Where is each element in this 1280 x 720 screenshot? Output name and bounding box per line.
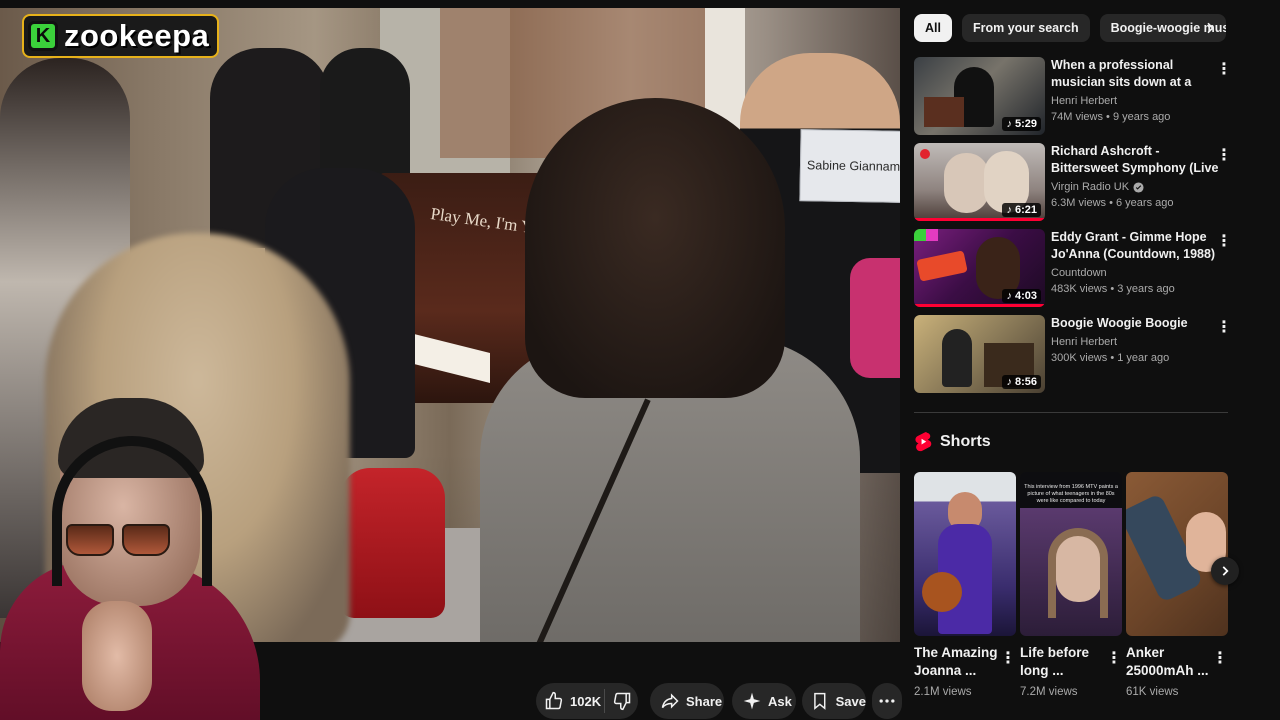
short-item[interactable]: Anker 25000mAh ... 61K views ⋮ — [1126, 472, 1228, 698]
more-vert-icon[interactable]: ⋮ — [1216, 145, 1232, 165]
filter-chips: All From your search Boogie-woogie music — [914, 14, 1226, 42]
scene-person — [850, 258, 900, 378]
video-title[interactable]: Richard Ashcroft - Bittersweet Symphony … — [1051, 143, 1221, 177]
channel-name[interactable]: Virgin Radio UK — [1051, 181, 1221, 193]
more-vert-icon[interactable]: ⋮ — [1106, 648, 1122, 668]
video-thumbnail[interactable]: ♪ 8:56 — [914, 315, 1045, 393]
like-button[interactable]: 102K — [536, 691, 604, 711]
headphones-icon — [52, 436, 212, 586]
short-thumbnail[interactable]: This interview from 1996 MTV paints a pi… — [1020, 472, 1122, 636]
dislike-button[interactable] — [605, 691, 638, 711]
shorts-heading: Shorts — [940, 433, 991, 450]
scene-backpack — [340, 468, 445, 618]
more-vert-icon[interactable]: ⋮ — [1212, 648, 1228, 668]
logo-text: zookeepa — [64, 18, 210, 53]
recommendation-item[interactable]: ♪ 6:21 Richard Ashcroft - Bittersweet Sym… — [914, 143, 1244, 221]
duration-badge: ♪ 6:21 — [1002, 203, 1041, 217]
sparkle-icon — [743, 692, 761, 710]
duration-badge: ♪ 4:03 — [1002, 289, 1041, 303]
chip-from-your-search[interactable]: From your search — [961, 14, 1090, 42]
recommendation-item[interactable]: ♪ 5:29 When a professional musician sits … — [914, 57, 1244, 135]
more-vert-icon[interactable]: ⋮ — [1216, 59, 1232, 79]
thumbs-up-icon — [545, 691, 563, 710]
channel-overlay-logo: K zookeepa — [22, 14, 220, 58]
logo-badge: K — [28, 21, 58, 51]
share-button[interactable]: Share — [650, 683, 724, 719]
short-overlay-text: This interview from 1996 MTV paints a pi… — [1024, 484, 1118, 504]
chips-next-button[interactable] — [1196, 14, 1224, 42]
video-thumbnail[interactable]: ♪ 4:03 — [914, 229, 1045, 307]
more-vert-icon[interactable]: ⋮ — [1000, 648, 1016, 668]
save-button[interactable]: Save — [802, 683, 866, 719]
short-item[interactable]: The Amazing Joanna ... 2.1M views ⋮ — [914, 472, 1016, 698]
recommendation-item[interactable]: ♪ 8:56 Boogie Woogie Boogie Henri Herbert… — [914, 315, 1244, 393]
short-item[interactable]: This interview from 1996 MTV paints a pi… — [1020, 472, 1122, 698]
like-count: 102K — [570, 693, 602, 709]
video-title[interactable]: Eddy Grant - Gimme Hope Jo'Anna (Countdo… — [1051, 229, 1221, 263]
short-title[interactable]: Life before long ... — [1020, 644, 1104, 680]
chevron-right-icon — [1222, 566, 1229, 576]
video-meta: 74M views • 9 years ago — [1051, 111, 1171, 123]
short-views: 2.1M views — [914, 686, 972, 698]
more-horizontal-icon — [879, 699, 895, 703]
shorts-mini-icon: ♪ — [1006, 118, 1012, 130]
shorts-mini-icon: ♪ — [1006, 204, 1012, 216]
shorts-mini-icon: ♪ — [1006, 376, 1012, 388]
video-title[interactable]: When a professional musician sits down a… — [1051, 57, 1221, 91]
more-vert-icon[interactable]: ⋮ — [1216, 317, 1232, 337]
shorts-header: Shorts — [914, 432, 991, 452]
video-meta: 483K views • 3 years ago — [1051, 283, 1175, 295]
like-dislike-group: 102K — [536, 683, 638, 719]
short-views: 7.2M views — [1020, 686, 1078, 698]
save-label: Save — [835, 693, 866, 709]
shorts-next-button[interactable] — [1211, 557, 1239, 585]
verified-icon — [1133, 181, 1144, 193]
short-views: 61K views — [1126, 686, 1179, 698]
channel-name[interactable]: Countdown — [1051, 267, 1221, 279]
sunglasses — [66, 524, 170, 556]
channel-name[interactable]: Henri Herbert — [1051, 336, 1221, 348]
more-vert-icon[interactable]: ⋮ — [1216, 231, 1232, 251]
page: Play Me, I'm Yours Sabine Giannam K zook… — [0, 0, 1280, 720]
short-title[interactable]: The Amazing Joanna ... — [914, 644, 998, 680]
chevron-right-icon — [1207, 22, 1214, 34]
short-title[interactable]: Anker 25000mAh ... — [1126, 644, 1210, 680]
duration-badge: ♪ 8:56 — [1002, 375, 1041, 389]
thumbs-down-icon — [613, 692, 630, 711]
webcam-overlay — [0, 396, 260, 720]
share-icon — [661, 693, 679, 709]
share-label: Share — [686, 693, 723, 709]
shorts-mini-icon: ♪ — [1006, 290, 1012, 302]
watch-progress — [914, 304, 1045, 307]
chip-all[interactable]: All — [914, 14, 952, 42]
scene-person-hair — [525, 98, 785, 398]
ask-label: Ask — [768, 693, 792, 709]
more-actions-button[interactable] — [872, 683, 902, 719]
video-thumbnail[interactable]: ♪ 5:29 — [914, 57, 1045, 135]
bookmark-icon — [814, 692, 826, 710]
watch-progress — [914, 218, 1045, 221]
video-actions: 102K Share Ask Save — [0, 683, 902, 719]
video-title[interactable]: Boogie Woogie Boogie — [1051, 315, 1221, 332]
name-sign: Sabine Giannam — [799, 129, 900, 203]
video-thumbnail[interactable]: ♪ 6:21 — [914, 143, 1045, 221]
duration-badge: ♪ 5:29 — [1002, 117, 1041, 131]
short-thumbnail[interactable] — [1126, 472, 1228, 636]
section-divider — [914, 412, 1228, 413]
video-meta: 300K views • 1 year ago — [1051, 352, 1170, 364]
channel-name[interactable]: Henri Herbert — [1051, 95, 1221, 107]
recommendation-item[interactable]: ♪ 4:03 Eddy Grant - Gimme Hope Jo'Anna (C… — [914, 229, 1244, 307]
ask-button[interactable]: Ask — [732, 683, 796, 719]
shorts-icon — [915, 432, 932, 452]
short-thumbnail[interactable] — [914, 472, 1016, 636]
video-meta: 6.3M views • 6 years ago — [1051, 197, 1174, 209]
